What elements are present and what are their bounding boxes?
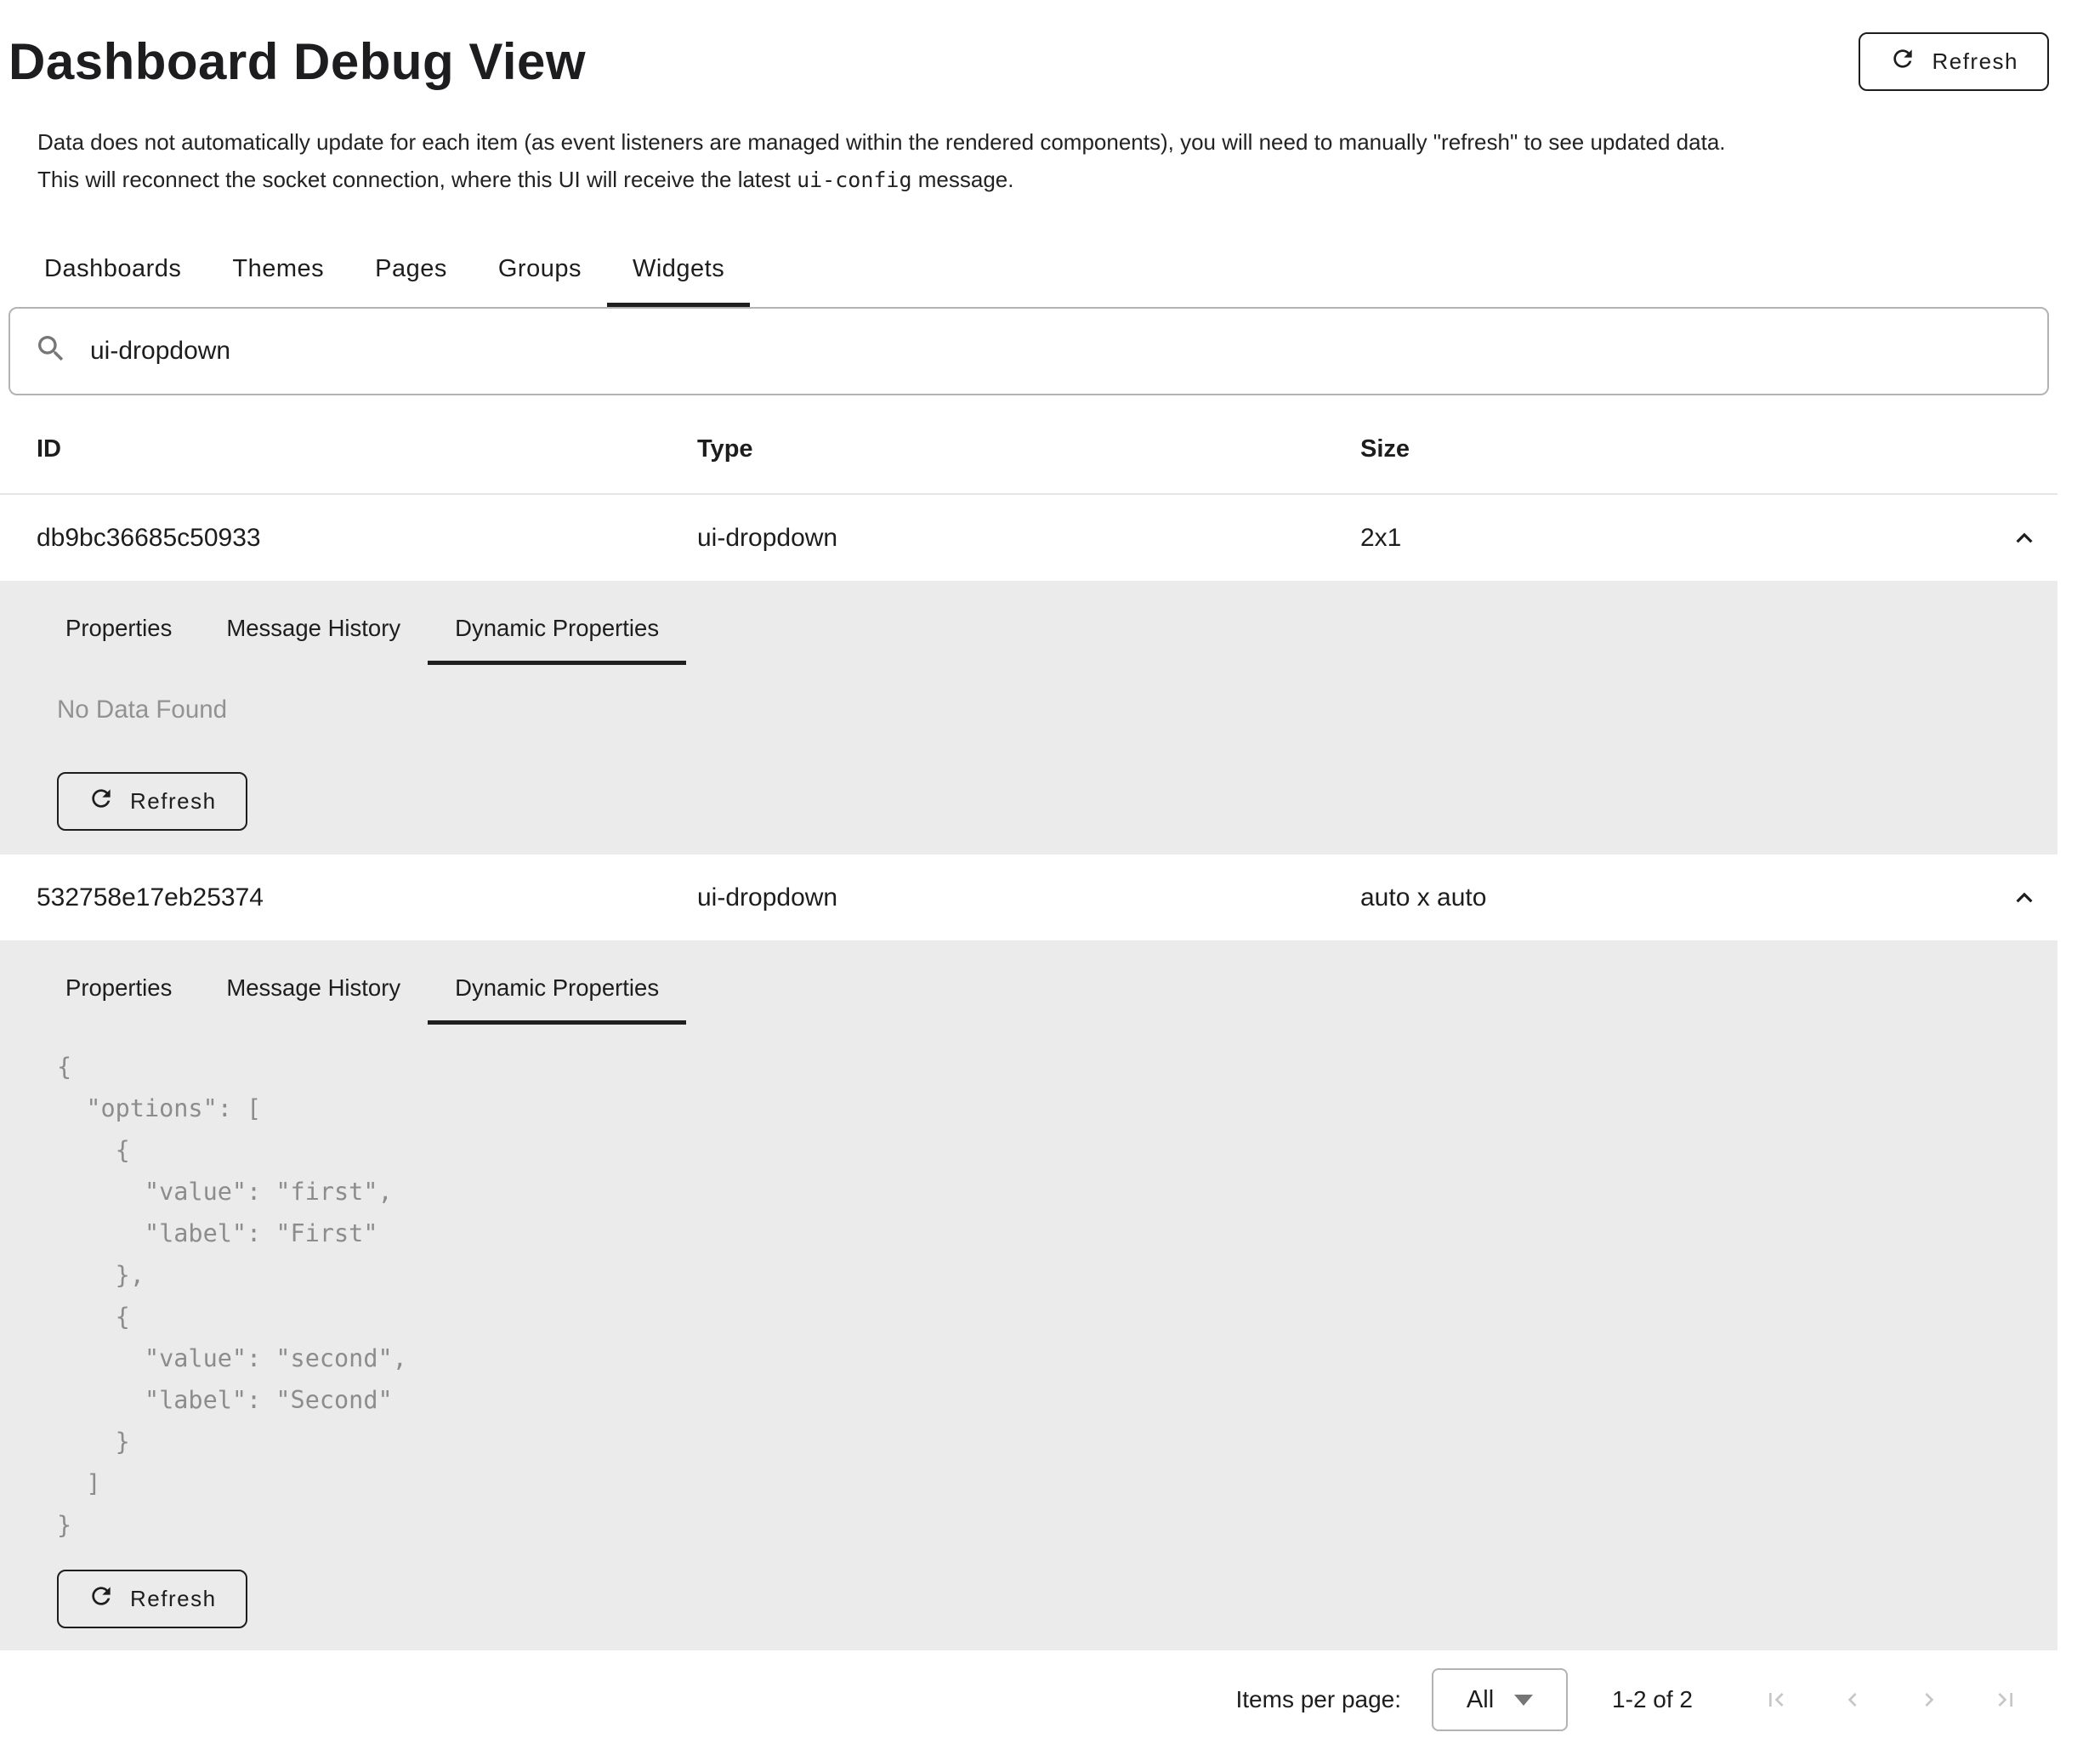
refresh-button[interactable]: Refresh [1859,32,2049,91]
detail-tab-dynamic-properties[interactable]: Dynamic Properties [428,602,686,665]
first-page-icon [1762,1703,1790,1716]
collapse-row-button[interactable] [2008,522,2040,554]
tab-pages[interactable]: Pages [349,243,473,307]
main-tab-bar: Dashboards Themes Pages Groups Widgets [19,243,2100,307]
detail-tab-dynamic-properties[interactable]: Dynamic Properties [428,962,686,1025]
refresh-button-label: Refresh [1932,48,2018,75]
table-header-row: ID Type Size [0,395,2057,495]
previous-page-button[interactable] [1839,1686,1866,1713]
description-line-2: This will reconnect the socket connectio… [37,161,2049,199]
select-caret-icon [1514,1695,1533,1706]
panel-refresh-button[interactable]: Refresh [57,772,247,831]
top-bar: Dashboard Debug View Refresh [0,0,2100,91]
tab-dashboards[interactable]: Dashboards [19,243,207,307]
detail-tab-bar: Properties Message History Dynamic Prope… [38,940,2057,1025]
column-header-type: Type [697,435,1360,463]
collapse-row-button[interactable] [2008,882,2040,914]
detail-tab-properties[interactable]: Properties [38,962,199,1025]
chevron-left-icon [1839,1703,1866,1716]
no-data-message: No Data Found [57,696,2057,724]
page-range-label: 1-2 of 2 [1612,1686,1693,1713]
refresh-icon [88,785,115,818]
paginator-nav [1762,1686,2019,1713]
widget-detail-panel: Properties Message History Dynamic Prope… [0,581,2057,855]
next-page-button[interactable] [1916,1686,1943,1713]
widget-size-cell: auto x auto [1360,883,1981,912]
widget-type-cell: ui-dropdown [697,883,1360,912]
search-icon [34,332,68,372]
detail-tab-bar: Properties Message History Dynamic Prope… [38,581,2057,665]
table-row[interactable]: db9bc36685c50933 ui-dropdown 2x1 [0,495,2057,581]
first-page-button[interactable] [1762,1686,1790,1713]
widget-id-cell: db9bc36685c50933 [37,524,697,553]
last-page-icon [1992,1703,2019,1716]
column-header-size: Size [1360,435,1981,463]
widget-size-cell: 2x1 [1360,524,1981,553]
refresh-button-label: Refresh [130,1586,217,1612]
table-row[interactable]: 532758e17eb25374 ui-dropdown auto x auto [0,855,2057,940]
widget-detail-panel: Properties Message History Dynamic Prope… [0,940,2057,1650]
detail-tab-message-history[interactable]: Message History [199,962,428,1025]
column-header-id: ID [37,435,697,463]
items-per-page-value: All [1467,1686,1494,1714]
panel-refresh-button[interactable]: Refresh [57,1570,247,1628]
last-page-button[interactable] [1992,1686,2019,1713]
refresh-icon [88,1582,115,1616]
items-per-page-select[interactable]: All [1432,1668,1568,1731]
search-input[interactable] [88,336,2023,366]
items-per-page-label: Items per page: [1235,1686,1401,1713]
tab-themes[interactable]: Themes [207,243,349,307]
refresh-icon [1889,45,1916,78]
widget-id-cell: 532758e17eb25374 [37,883,697,912]
detail-tab-message-history[interactable]: Message History [199,602,428,665]
tab-groups[interactable]: Groups [473,243,607,307]
detail-tab-properties[interactable]: Properties [38,602,199,665]
description: Data does not automatically update for e… [37,123,2049,199]
ui-config-code: ui-config [797,168,911,192]
description-line-1: Data does not automatically update for e… [37,123,2049,161]
refresh-button-label: Refresh [130,788,217,815]
chevron-up-icon [2008,544,2040,557]
search-box[interactable] [9,307,2049,395]
tab-widgets[interactable]: Widgets [607,243,750,307]
chevron-right-icon [1916,1703,1943,1716]
widget-type-cell: ui-dropdown [697,524,1360,553]
page-title: Dashboard Debug View [9,32,586,91]
chevron-up-icon [2008,904,2040,917]
paginator: Items per page: All 1-2 of 2 [0,1650,2100,1749]
widgets-table: ID Type Size db9bc36685c50933 ui-dropdow… [0,395,2057,1650]
dynamic-properties-json: { "options": [ { "value": "first", "labe… [57,1046,2057,1546]
